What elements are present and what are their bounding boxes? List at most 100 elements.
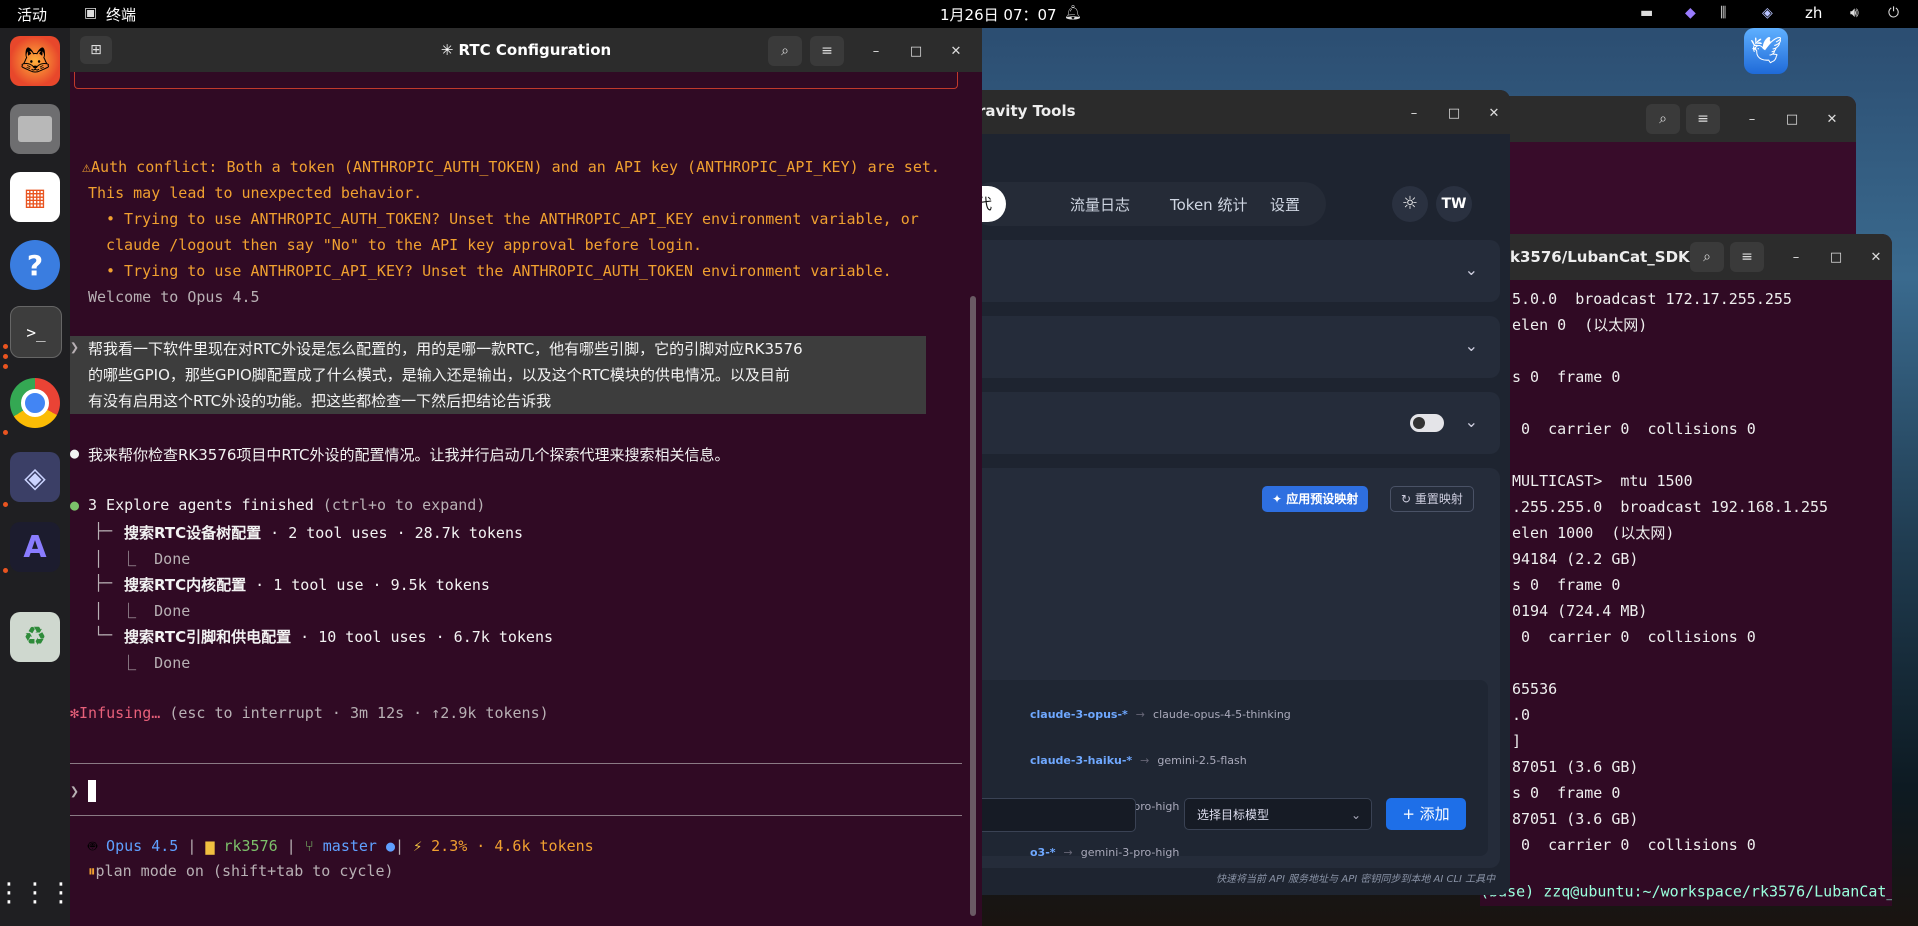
network-icon[interactable]: ⫼ bbox=[1720, 5, 1726, 21]
avatar[interactable]: TW bbox=[1436, 186, 1472, 222]
window-header: ⌕ ≡ – □ ✕ bbox=[1500, 96, 1856, 142]
tree-branch: ├─ bbox=[94, 574, 113, 592]
search-icon[interactable]: ⌕ bbox=[768, 36, 802, 66]
search-icon[interactable]: ⌕ bbox=[1690, 242, 1724, 272]
trash-icon[interactable]: ♻ bbox=[10, 612, 60, 662]
magic-icon: ✦ bbox=[1272, 492, 1287, 506]
tab-settings[interactable]: 设置 bbox=[1270, 194, 1300, 215]
agent-item: 搜索RTC设备树配置 · 2 tool uses · 28.7k tokens bbox=[124, 524, 524, 542]
app-tray-icon[interactable]: ◆ bbox=[1685, 5, 1696, 21]
background-terminal-window: ⌕ ≡ – □ ✕ bbox=[1500, 96, 1856, 251]
welcome-text: Welcome to Opus 4.5 bbox=[88, 288, 260, 306]
menu-icon[interactable]: ≡ bbox=[1730, 242, 1764, 272]
refresh-icon: ↻ bbox=[1401, 492, 1415, 506]
activities-button[interactable]: 活动 bbox=[17, 4, 47, 25]
tab-token-stats[interactable]: Token 统计 bbox=[1170, 194, 1247, 215]
arrow-icon: → bbox=[1063, 846, 1073, 859]
shell-prompt[interactable]: (base) zzq@ubuntu:~/workspace/rk3576/Lub… bbox=[1480, 882, 1892, 902]
reset-mapping-button[interactable]: ↻ 重置映射 bbox=[1390, 486, 1474, 512]
active-app-name[interactable]: 终端 bbox=[106, 4, 136, 25]
minimize-icon[interactable]: – bbox=[1786, 247, 1806, 267]
close-icon[interactable]: ✕ bbox=[1484, 103, 1504, 123]
right-terminal-window: k3576/LubanCat_SDK ⌕ ≡ – □ ✕ 5.0.0 broad… bbox=[1480, 234, 1892, 906]
running-indicator bbox=[3, 502, 8, 507]
apply-preset-button[interactable]: ✦ 应用预设映射 bbox=[1262, 486, 1369, 512]
close-icon[interactable]: ✕ bbox=[1866, 247, 1886, 267]
maximize-icon[interactable]: □ bbox=[1826, 247, 1846, 267]
close-icon[interactable]: ✕ bbox=[1822, 109, 1842, 129]
minimize-icon[interactable]: – bbox=[1742, 109, 1762, 129]
auth-warning: ⚠Auth conflict: Both a token (ANTHROPIC_… bbox=[82, 158, 940, 176]
files-icon[interactable] bbox=[10, 104, 60, 154]
collapsible-panel[interactable]: ⌄ bbox=[970, 392, 1500, 454]
mapping-row[interactable]: o3-* → gemini-3-pro-high bbox=[1030, 846, 1179, 859]
plan-mode-line: ⏸plan mode on (shift+tab to cycle) bbox=[88, 862, 394, 880]
collapsible-panel[interactable]: ⌄ bbox=[970, 240, 1500, 302]
chevron-down-icon: ⌄ bbox=[1350, 808, 1361, 822]
terminal-output: 5.0.0 broadcast 172.17.255.255 elen 0 (以太… bbox=[1480, 280, 1892, 858]
maximize-icon[interactable]: □ bbox=[1444, 103, 1464, 123]
chevron-down-icon[interactable]: ⌄ bbox=[1465, 260, 1478, 279]
status-line: 🤖︎ Opus 4.5 | ▆ rk3576 | ⑂ master ●| ⚡ 2… bbox=[88, 837, 594, 855]
mapping-row[interactable]: claude-3-haiku-* → gemini-2.5-flash bbox=[1030, 754, 1247, 767]
scrollbar[interactable] bbox=[970, 296, 976, 916]
app-grid-icon[interactable]: ⋮⋮⋮ bbox=[0, 868, 74, 918]
gravity-tools-window: ravity Tools – □ ✕ 反代 流量日志 Token 统计 设置 ☼… bbox=[960, 90, 1510, 895]
theme-toggle-icon[interactable]: ☼ bbox=[1392, 186, 1428, 222]
menu-icon[interactable]: ≡ bbox=[810, 36, 844, 66]
ai-app-icon[interactable]: A bbox=[10, 522, 60, 572]
keyboard-icon[interactable]: ▬ bbox=[1640, 5, 1653, 21]
collapsible-panel[interactable]: ⌄ bbox=[970, 316, 1500, 378]
terminal-line: 5.0.0 broadcast 172.17.255.255 bbox=[1512, 290, 1792, 308]
tab-traffic-log[interactable]: 流量日志 bbox=[1070, 194, 1130, 215]
menu-icon[interactable]: ≡ bbox=[1686, 104, 1720, 134]
dirty-dot-icon: ● bbox=[386, 837, 396, 855]
nav-tabs: 反代 流量日志 Token 统计 设置 bbox=[960, 182, 1326, 226]
chevron-down-icon[interactable]: ⌄ bbox=[1465, 412, 1478, 431]
target-model-select[interactable]: 选择目标模型 ⌄ bbox=[1184, 798, 1372, 830]
lightning-icon: ⚡ bbox=[413, 837, 423, 855]
chevron-down-icon[interactable]: ⌄ bbox=[1465, 336, 1478, 355]
terminal-small-icon: ▣ bbox=[84, 5, 98, 21]
running-indicator bbox=[3, 568, 8, 573]
chrome-icon[interactable] bbox=[10, 378, 60, 428]
minimize-icon[interactable]: – bbox=[1404, 103, 1424, 123]
input-language[interactable]: zh bbox=[1805, 4, 1822, 22]
footer-hint: 快速将当前 API 服务地址与 API 密钥同步到本地 AI CLI 工具中 bbox=[1216, 874, 1496, 885]
toggle-switch[interactable] bbox=[1410, 414, 1444, 432]
terminal-line: 0 carrier 0 collisions 0 bbox=[1512, 836, 1756, 854]
source-model-input[interactable] bbox=[960, 798, 1136, 832]
terminal-line: 0194 (724.4 MB) bbox=[1512, 602, 1648, 620]
auth-warning-bullet: • Trying to use ANTHROPIC_AUTH_TOKEN? Un… bbox=[106, 210, 919, 228]
tray-cat-icon[interactable]: ◈ bbox=[1762, 5, 1773, 21]
help-icon[interactable]: ? bbox=[10, 240, 60, 290]
app-center-icon[interactable]: ▦ bbox=[10, 172, 60, 222]
desktop-bird-icon[interactable]: 🕊︎ bbox=[1744, 28, 1788, 74]
terminal-icon[interactable]: >_ bbox=[10, 306, 62, 358]
add-mapping-button[interactable]: + 添加 bbox=[1386, 798, 1466, 830]
search-icon[interactable]: ⌕ bbox=[1646, 104, 1680, 134]
pause-icon: ⏸ bbox=[88, 862, 96, 880]
maximize-icon[interactable]: □ bbox=[906, 41, 926, 61]
minimize-icon[interactable]: – bbox=[866, 41, 886, 61]
cat-app-icon[interactable]: ◈ bbox=[10, 452, 60, 502]
volume-icon[interactable]: 🔊︎ bbox=[1850, 5, 1859, 21]
input-divider bbox=[70, 763, 962, 764]
agents-summary[interactable]: 3 Explore agents finished (ctrl+o to exp… bbox=[88, 496, 485, 514]
running-indicator bbox=[3, 430, 8, 435]
maximize-icon[interactable]: □ bbox=[1782, 109, 1802, 129]
running-indicator bbox=[3, 364, 8, 369]
input-cursor[interactable] bbox=[88, 780, 96, 802]
window-title: ravity Tools bbox=[978, 102, 1076, 120]
firefox-icon[interactable]: 🦊︎ bbox=[10, 36, 60, 86]
window-title: k3576/LubanCat_SDK bbox=[1510, 248, 1690, 266]
clock[interactable]: 1月26日 07：07 bbox=[940, 4, 1057, 25]
terminal-line: s 0 frame 0 bbox=[1512, 576, 1621, 594]
input-chevron-icon: ❯ bbox=[70, 782, 80, 800]
terminal-line: ] bbox=[1512, 732, 1522, 750]
close-icon[interactable]: ✕ bbox=[946, 41, 966, 61]
power-icon[interactable]: ⏻ bbox=[1888, 5, 1899, 21]
terminal-line: elen 1000 (以太网) bbox=[1512, 524, 1675, 542]
mapping-row[interactable]: claude-3-opus-* → claude-opus-4-5-thinking bbox=[1030, 708, 1291, 721]
